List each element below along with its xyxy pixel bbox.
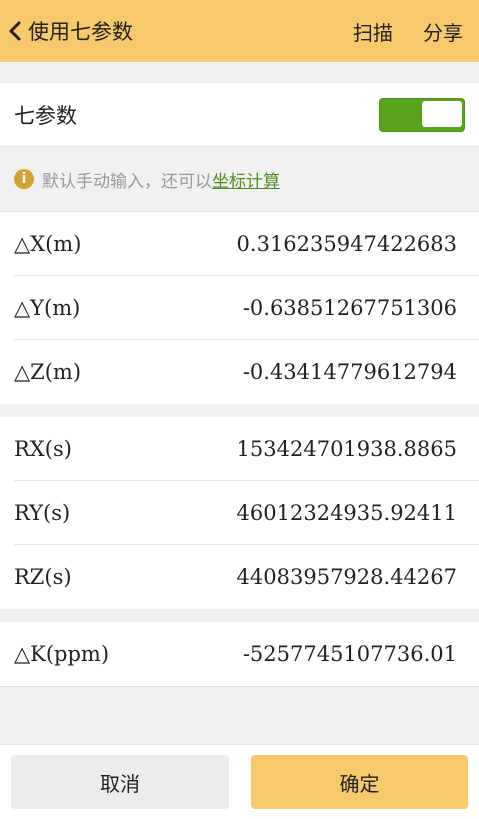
cancel-button[interactable]: 取消 <box>11 755 229 809</box>
back-button[interactable]: 使用七参数 <box>0 0 133 62</box>
translation-section: △X(m) 0.316235947422683 △Y(m) -0.6385126… <box>0 212 479 404</box>
hint-bar: i 默认手动输入，还可以 坐标计算 <box>0 146 479 212</box>
param-value: 46012324935.92411 <box>236 500 457 525</box>
param-row-rz[interactable]: RZ(s) 44083957928.44267 <box>14 545 479 609</box>
param-label: RY(s) <box>14 500 71 525</box>
param-row-dx[interactable]: △X(m) 0.316235947422683 <box>14 212 479 276</box>
param-value: -5257745107736.01 <box>242 642 457 666</box>
bottom-action-bar: 取消 确定 <box>0 744 479 819</box>
seven-param-section: 七参数 <box>0 82 479 147</box>
scale-section: △K(ppm) -5257745107736.01 <box>0 622 479 687</box>
param-label: RX(s) <box>14 436 72 461</box>
param-label: △Y(m) <box>14 295 81 320</box>
share-button[interactable]: 分享 <box>423 17 463 46</box>
info-icon: i <box>14 169 34 189</box>
param-row-ry[interactable]: RY(s) 46012324935.92411 <box>14 481 479 545</box>
coordinate-calc-link[interactable]: 坐标计算 <box>212 167 280 192</box>
page-title: 使用七参数 <box>28 20 133 44</box>
chevron-left-icon <box>9 21 21 41</box>
param-value: 44083957928.44267 <box>236 565 457 589</box>
seven-param-toggle[interactable] <box>379 98 465 132</box>
hint-text: 默认手动输入，还可以 <box>42 171 212 192</box>
param-label: △Z(m) <box>14 360 82 384</box>
param-row-dy[interactable]: △Y(m) -0.63851267751306 <box>14 276 479 340</box>
rotation-section: RX(s) 153424701938.8865 RY(s) 4601232493… <box>0 417 479 609</box>
param-value: 0.316235947422683 <box>236 231 457 256</box>
param-row-rx[interactable]: RX(s) 153424701938.8865 <box>14 417 479 481</box>
param-label: △X(m) <box>14 231 82 256</box>
param-label: △K(ppm) <box>14 642 110 666</box>
param-value: -0.43414779612794 <box>242 360 457 384</box>
param-row-dz[interactable]: △Z(m) -0.43414779612794 <box>14 340 479 404</box>
scan-button[interactable]: 扫描 <box>353 17 393 46</box>
param-label: RZ(s) <box>14 565 72 589</box>
param-value: 153424701938.8865 <box>236 436 457 461</box>
param-row-dk[interactable]: △K(ppm) -5257745107736.01 <box>14 622 479 686</box>
top-bar: 使用七参数 扫描 分享 <box>0 0 479 62</box>
seven-param-row: 七参数 <box>0 83 479 147</box>
confirm-button[interactable]: 确定 <box>251 755 468 809</box>
seven-param-label: 七参数 <box>14 104 77 128</box>
param-value: -0.63851267751306 <box>242 295 457 320</box>
toggle-knob <box>422 101 462 127</box>
